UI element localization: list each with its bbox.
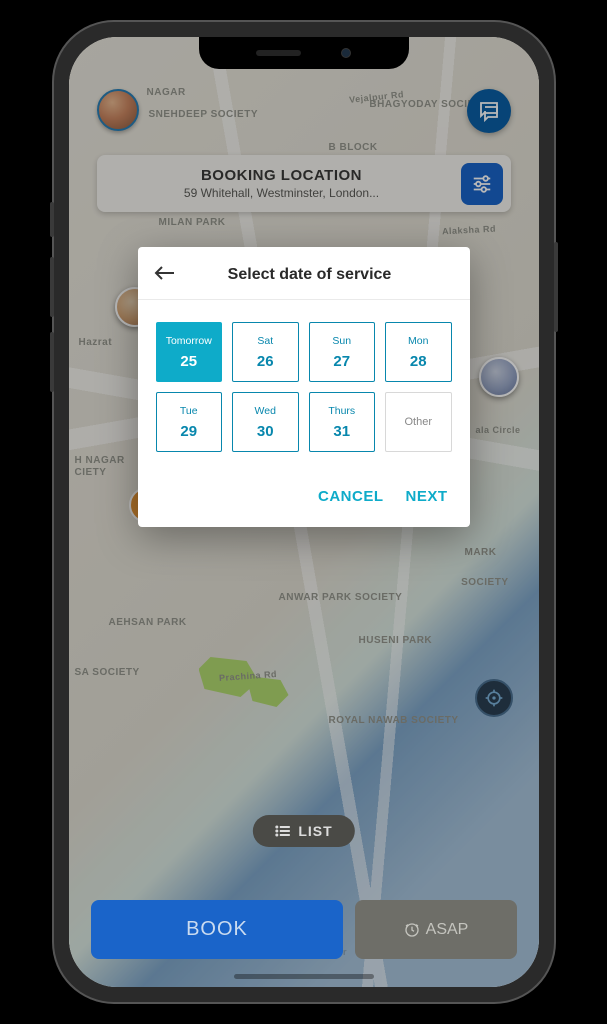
date-option-wed[interactable]: Wed 30 (232, 392, 299, 452)
front-camera (341, 48, 351, 58)
date-label: Sat (257, 335, 273, 347)
arrow-left-icon (154, 265, 176, 281)
date-grid: Tomorrow 25 Sat 26 Sun 27 Mon 28 Tue 2 (138, 300, 470, 462)
date-number: 29 (180, 423, 197, 440)
date-number: 30 (257, 423, 274, 440)
speaker (256, 50, 301, 56)
book-button-label: BOOK (186, 918, 248, 940)
home-indicator[interactable] (234, 974, 374, 979)
date-option-thurs[interactable]: Thurs 31 (309, 392, 376, 452)
date-number: 26 (257, 353, 274, 370)
modal-header: Select date of service (138, 247, 470, 300)
date-number: 27 (333, 353, 350, 370)
date-option-mon[interactable]: Mon 28 (385, 322, 452, 382)
date-picker-modal: Select date of service Tomorrow 25 Sat 2… (138, 247, 470, 527)
date-label: Tomorrow (166, 335, 212, 347)
back-button[interactable] (154, 265, 176, 285)
date-label: Other (404, 416, 432, 428)
list-button-label: LIST (298, 823, 332, 839)
date-option-sun[interactable]: Sun 27 (309, 322, 376, 382)
date-option-other[interactable]: Other (385, 392, 452, 452)
power-button (554, 242, 558, 332)
next-button[interactable]: NEXT (405, 488, 447, 505)
clock-icon (404, 922, 420, 938)
screen: NAGAR SNEHDEEP SOCIETY B BLOCK BHAGYODAY… (69, 37, 539, 987)
modal-title: Select date of service (190, 266, 430, 284)
volume-down (50, 332, 54, 392)
mute-switch (50, 202, 54, 237)
date-number: 28 (410, 353, 427, 370)
list-icon (274, 825, 290, 837)
date-label: Thurs (328, 405, 355, 417)
book-button[interactable]: BOOK (91, 900, 344, 959)
date-label: Mon (408, 335, 428, 347)
notch (199, 37, 409, 69)
date-number: 31 (333, 423, 350, 440)
date-option-tomorrow[interactable]: Tomorrow 25 (156, 322, 223, 382)
modal-actions: CANCEL NEXT (138, 462, 470, 527)
date-label: Tue (180, 405, 198, 417)
date-label: Wed (255, 405, 276, 417)
date-option-tue[interactable]: Tue 29 (156, 392, 223, 452)
list-toggle-button[interactable]: LIST (252, 815, 354, 847)
date-option-sat[interactable]: Sat 26 (232, 322, 299, 382)
date-label: Sun (332, 335, 351, 347)
cancel-button[interactable]: CANCEL (318, 488, 384, 505)
asap-button-label: ASAP (426, 921, 469, 939)
asap-button[interactable]: ASAP (355, 900, 516, 959)
phone-frame: NAGAR SNEHDEEP SOCIETY B BLOCK BHAGYODAY… (54, 22, 554, 1002)
bottom-action-bar: BOOK ASAP (91, 900, 517, 959)
date-number: 25 (180, 353, 197, 370)
volume-up (50, 257, 54, 317)
